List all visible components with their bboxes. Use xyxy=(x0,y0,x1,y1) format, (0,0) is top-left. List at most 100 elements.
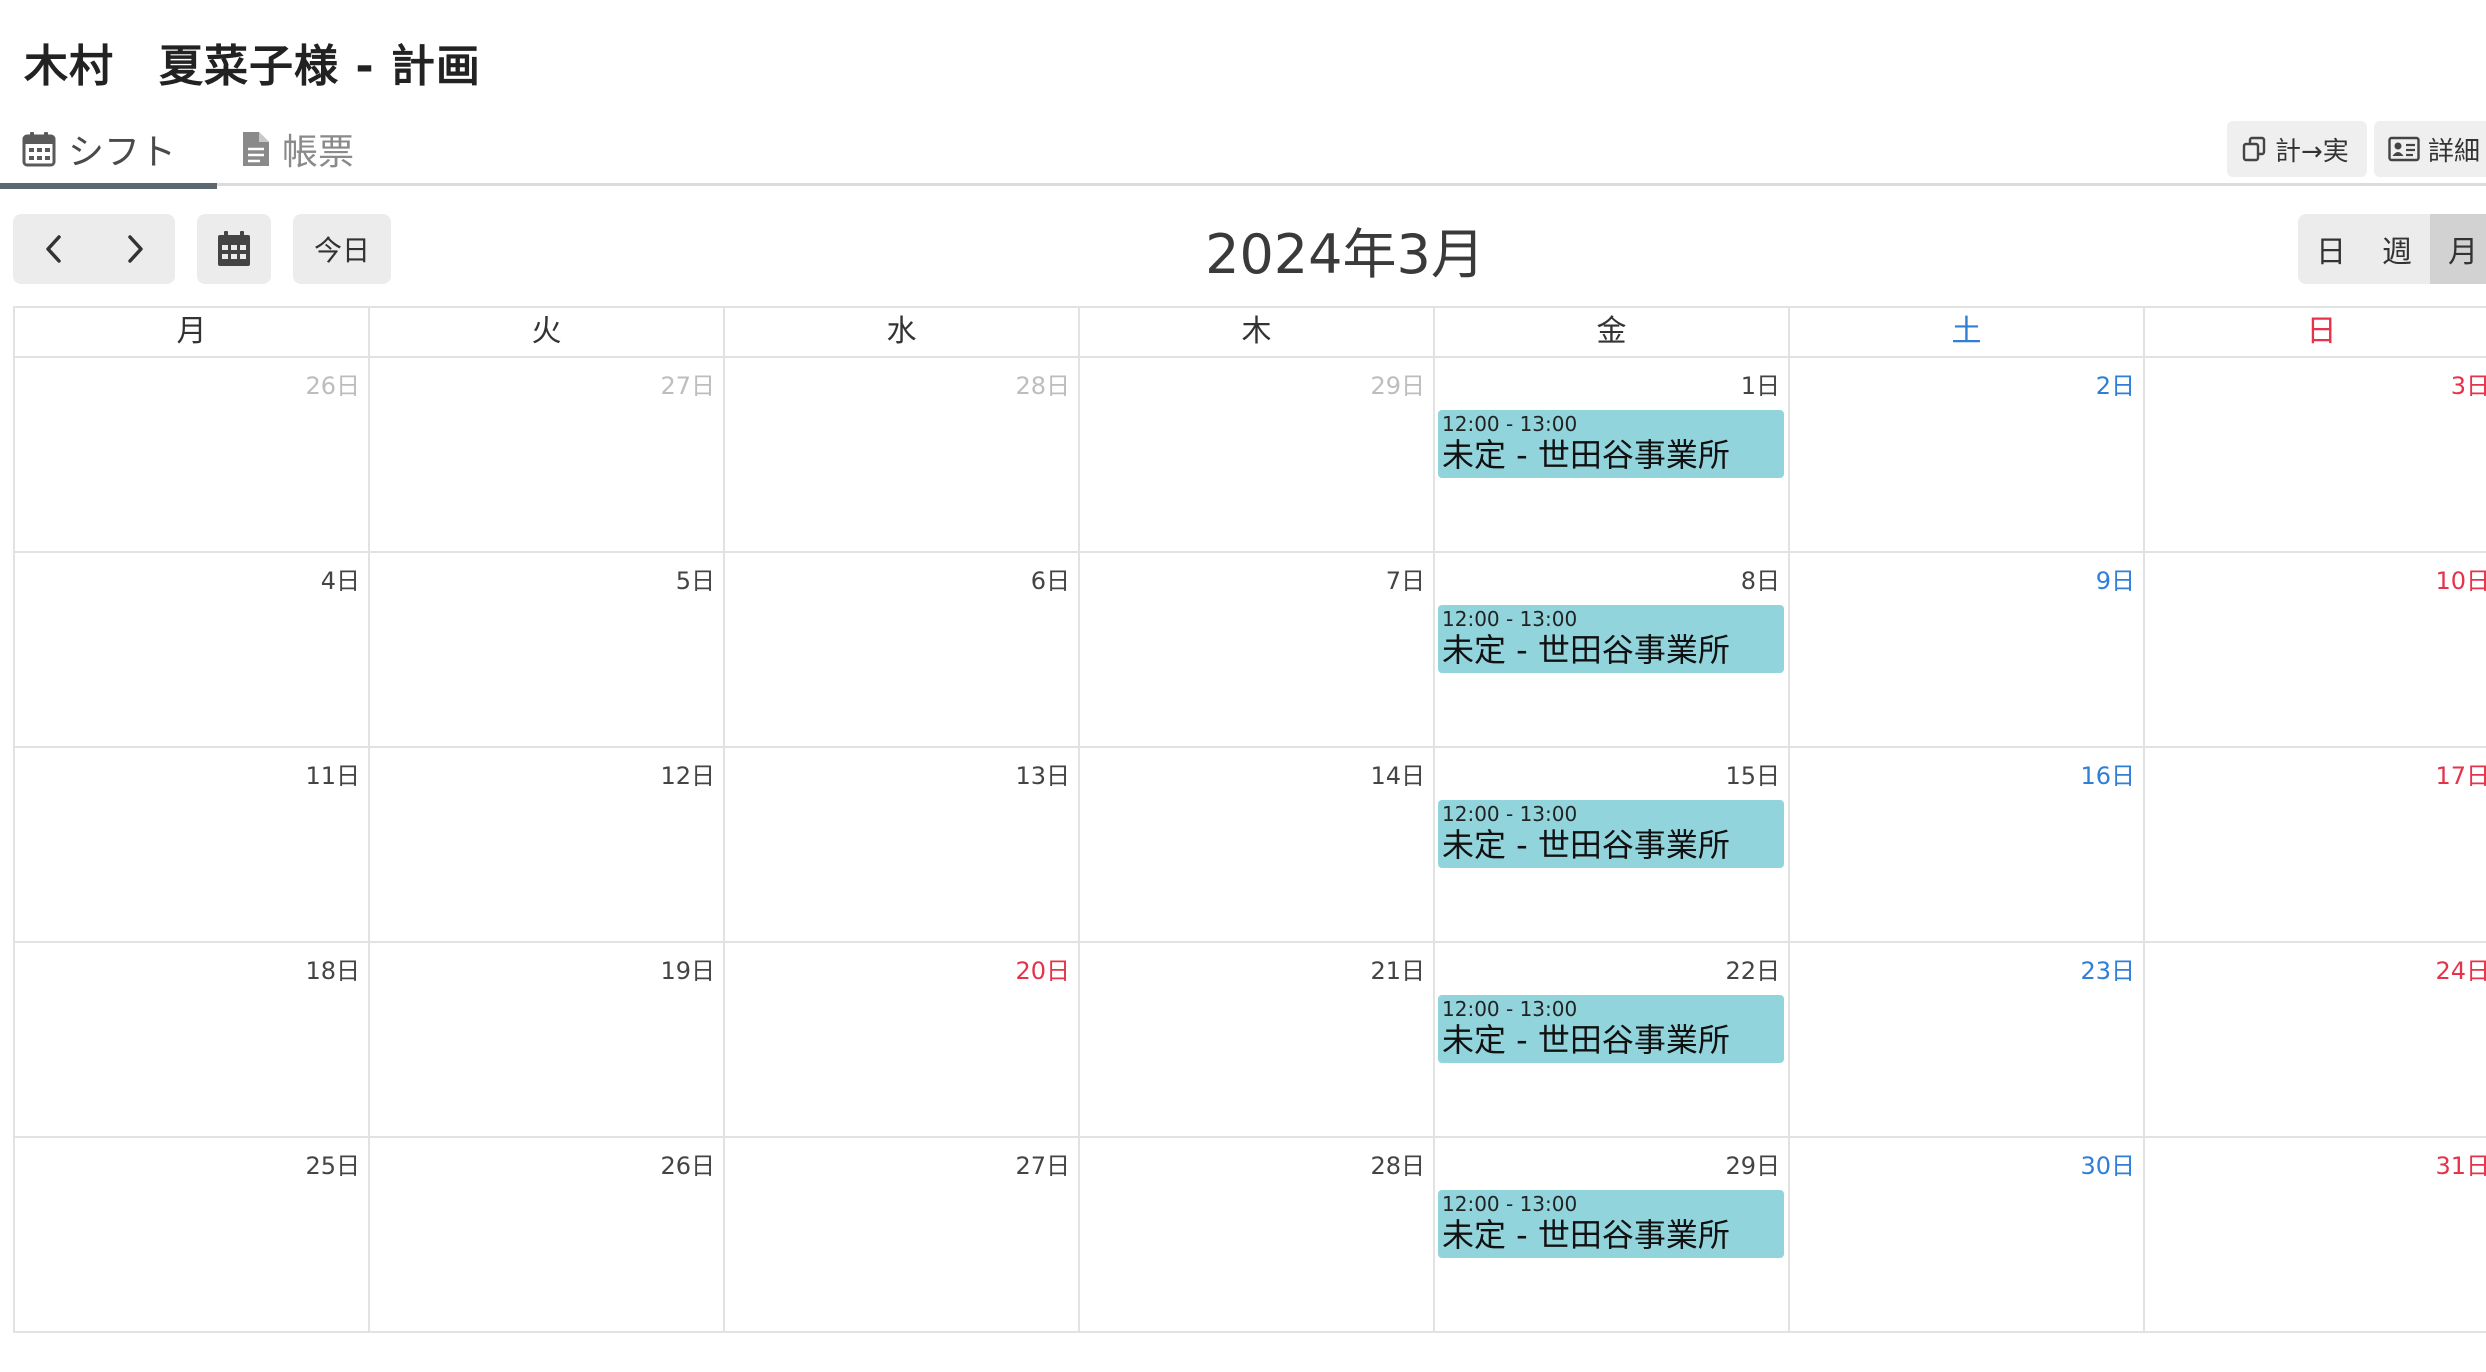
day-number: 2日 xyxy=(2095,372,2135,400)
day-cell[interactable]: 15日 12:00 - 13:00 未定 - 世田谷事業所 xyxy=(1433,748,1788,941)
day-number: 26日 xyxy=(305,372,360,400)
day-cell[interactable]: 1日 12:00 - 13:00 未定 - 世田谷事業所 xyxy=(1433,358,1788,551)
tab-report-label: 帳票 xyxy=(282,132,355,173)
day-number: 19日 xyxy=(660,957,715,985)
tab-shift[interactable]: シフト xyxy=(0,112,217,189)
view-switcher: 日 週 月 xyxy=(2298,214,2486,284)
day-cell[interactable]: 9日 xyxy=(1788,553,2143,746)
event-title: 未定 - 世田谷事業所 xyxy=(1442,826,1730,864)
event-title: 未定 - 世田谷事業所 xyxy=(1442,1021,1730,1059)
day-cell[interactable]: 12日 xyxy=(368,748,723,941)
day-cell[interactable]: 30日 xyxy=(1788,1138,2143,1331)
day-cell[interactable]: 11日 xyxy=(13,748,368,941)
view-month-button[interactable]: 月 xyxy=(2430,214,2486,284)
day-cell[interactable]: 18日 xyxy=(13,943,368,1136)
plan-to-actual-label: 計→実 xyxy=(2275,136,2349,167)
shift-event[interactable]: 12:00 - 13:00 未定 - 世田谷事業所 xyxy=(1438,1190,1784,1258)
day-cell[interactable]: 31日 xyxy=(2143,1138,2486,1331)
id-card-icon xyxy=(2388,136,2420,162)
plan-to-actual-button[interactable]: 計→実 xyxy=(2227,121,2367,177)
day-number: 4日 xyxy=(320,567,360,595)
day-number: 21日 xyxy=(1370,957,1425,985)
day-cell[interactable]: 17日 xyxy=(2143,748,2486,941)
event-time: 12:00 - 13:00 xyxy=(1442,997,1578,1021)
day-cell[interactable]: 29日 12:00 - 13:00 未定 - 世田谷事業所 xyxy=(1433,1138,1788,1331)
day-cell[interactable]: 26日 xyxy=(368,1138,723,1331)
event-time: 12:00 - 13:00 xyxy=(1442,1192,1578,1216)
weekday-header: 月 火 水 木 金 土 日 xyxy=(13,306,2486,358)
day-number: 13日 xyxy=(1015,762,1070,790)
day-cell[interactable]: 21日 xyxy=(1078,943,1433,1136)
day-cell[interactable]: 27日 xyxy=(723,1138,1078,1331)
day-number: 25日 xyxy=(305,1152,360,1180)
week-row: 25日 26日 27日 28日 29日 12:00 - 13:00 未定 - 世… xyxy=(13,1138,2486,1333)
day-cell[interactable]: 13日 xyxy=(723,748,1078,941)
day-cell[interactable]: 2日 xyxy=(1788,358,2143,551)
day-cell[interactable]: 26日 xyxy=(13,358,368,551)
day-cell[interactable]: 6日 xyxy=(723,553,1078,746)
shift-event[interactable]: 12:00 - 13:00 未定 - 世田谷事業所 xyxy=(1438,995,1784,1063)
event-title: 未定 - 世田谷事業所 xyxy=(1442,631,1730,669)
day-cell[interactable]: 10日 xyxy=(2143,553,2486,746)
day-number: 27日 xyxy=(1015,1152,1070,1180)
event-title: 未定 - 世田谷事業所 xyxy=(1442,436,1730,474)
day-number: 6日 xyxy=(1030,567,1070,595)
day-cell[interactable]: 24日 xyxy=(2143,943,2486,1136)
day-number: 30日 xyxy=(2080,1152,2135,1180)
event-time: 12:00 - 13:00 xyxy=(1442,607,1578,631)
tab-bar: シフト 帳票 xyxy=(0,112,2486,189)
calendar-icon xyxy=(22,131,56,167)
day-number: 12日 xyxy=(660,762,715,790)
weekday-sat: 土 xyxy=(1788,308,2143,356)
day-cell[interactable]: 27日 xyxy=(368,358,723,551)
day-cell[interactable]: 28日 xyxy=(1078,1138,1433,1331)
day-number: 11日 xyxy=(305,762,360,790)
day-cell[interactable]: 8日 12:00 - 13:00 未定 - 世田谷事業所 xyxy=(1433,553,1788,746)
tab-report[interactable]: 帳票 xyxy=(240,112,354,186)
day-number: 26日 xyxy=(660,1152,715,1180)
day-number: 9日 xyxy=(2095,567,2135,595)
day-cell[interactable]: 19日 xyxy=(368,943,723,1136)
day-cell[interactable]: 22日 12:00 - 13:00 未定 - 世田谷事業所 xyxy=(1433,943,1788,1136)
month-grid: 月 火 水 木 金 土 日 26日 27日 28日 29日 1日 12:00 -… xyxy=(13,306,2486,1333)
day-number: 3日 xyxy=(2450,372,2486,400)
detail-button[interactable]: 詳細 xyxy=(2374,121,2486,177)
view-day-button[interactable]: 日 xyxy=(2298,214,2364,284)
shift-event[interactable]: 12:00 - 13:00 未定 - 世田谷事業所 xyxy=(1438,605,1784,673)
weekday-wed: 水 xyxy=(723,308,1078,356)
month-title: 2024年3月 xyxy=(1205,223,1485,286)
day-number: 14日 xyxy=(1370,762,1425,790)
day-number: 7日 xyxy=(1385,567,1425,595)
day-number: 1日 xyxy=(1740,372,1780,400)
week-row: 4日 5日 6日 7日 8日 12:00 - 13:00 未定 - 世田谷事業所… xyxy=(13,553,2486,748)
day-cell[interactable]: 28日 xyxy=(723,358,1078,551)
day-cell[interactable]: 7日 xyxy=(1078,553,1433,746)
day-cell[interactable]: 23日 xyxy=(1788,943,2143,1136)
day-number: 18日 xyxy=(305,957,360,985)
week-row: 26日 27日 28日 29日 1日 12:00 - 13:00 未定 - 世田… xyxy=(13,358,2486,553)
event-time: 12:00 - 13:00 xyxy=(1442,412,1578,436)
shift-event[interactable]: 12:00 - 13:00 未定 - 世田谷事業所 xyxy=(1438,410,1784,478)
day-cell[interactable]: 14日 xyxy=(1078,748,1433,941)
day-cell[interactable]: 20日 xyxy=(723,943,1078,1136)
page-title: 木村 夏菜子様 - 計画 xyxy=(24,41,481,92)
day-number: 23日 xyxy=(2080,957,2135,985)
weekday-mon: 月 xyxy=(13,308,368,356)
week-row: 18日 19日 20日 21日 22日 12:00 - 13:00 未定 - 世… xyxy=(13,943,2486,1138)
day-cell[interactable]: 25日 xyxy=(13,1138,368,1331)
day-cell[interactable]: 29日 xyxy=(1078,358,1433,551)
day-number: 8日 xyxy=(1740,567,1780,595)
day-number: 29日 xyxy=(1725,1152,1780,1180)
weekday-fri: 金 xyxy=(1433,308,1788,356)
day-number: 17日 xyxy=(2435,762,2486,790)
view-week-button[interactable]: 週 xyxy=(2364,214,2430,284)
day-cell[interactable]: 4日 xyxy=(13,553,368,746)
day-cell[interactable]: 3日 xyxy=(2143,358,2486,551)
day-number: 16日 xyxy=(2080,762,2135,790)
weekday-sun: 日 xyxy=(2143,308,2486,356)
shift-event[interactable]: 12:00 - 13:00 未定 - 世田谷事業所 xyxy=(1438,800,1784,868)
day-number: 29日 xyxy=(1370,372,1425,400)
day-cell[interactable]: 5日 xyxy=(368,553,723,746)
day-cell[interactable]: 16日 xyxy=(1788,748,2143,941)
day-number: 31日 xyxy=(2435,1152,2486,1180)
